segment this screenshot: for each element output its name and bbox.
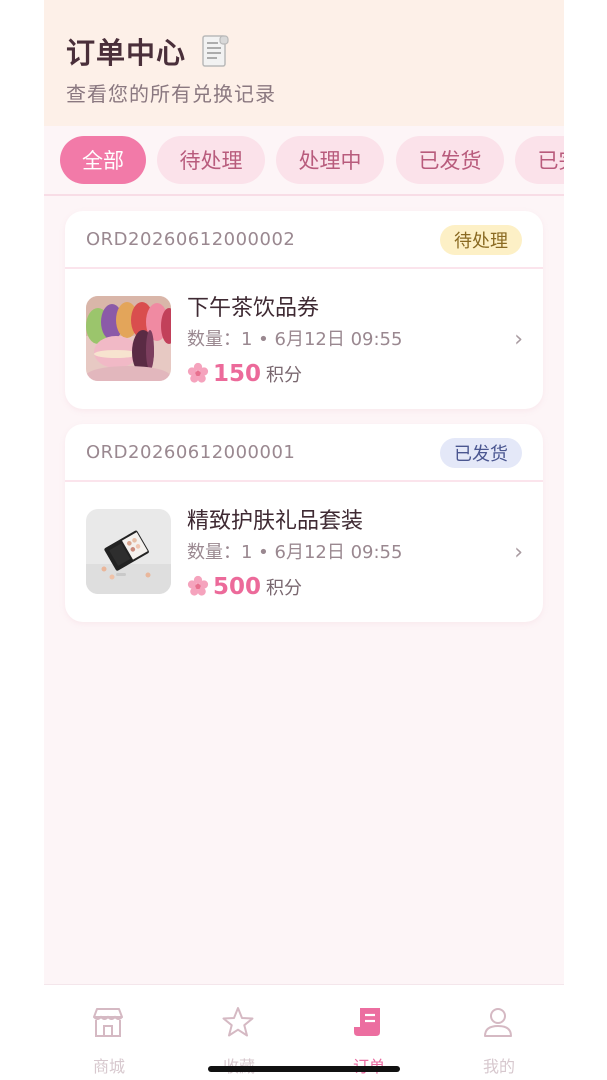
user-icon [484,1008,512,1037]
order-card-header: ORD20260612000001 已发货 [65,424,543,482]
order-number: ORD20260612000002 [86,229,296,250]
nav-item-profile[interactable]: 我的 [434,985,564,1080]
sakura-icon [187,575,209,596]
nav-label: 商城 [92,1057,125,1076]
store-icon [93,1008,123,1037]
status-tabs: 全部 待处理 处理中 已发货 已完成 [44,126,564,196]
page-header: 订单中心 查看您的所有兑换记录 [44,0,564,126]
tab-completed[interactable]: 已完成 [515,136,564,184]
nav-label: 我的 [482,1057,515,1076]
chevron-right-icon[interactable]: › [514,327,523,352]
order-card-body: 下午茶饮品券 数量：1 • 6月12日 09:55 150 积分 › [65,269,543,409]
nav-label: 收藏 [174,1053,304,1077]
page-title: 订单中心 [66,30,230,72]
star-icon [222,1007,254,1037]
receipt-emoji-icon [202,35,229,67]
points-unit: 积分 [266,365,303,386]
status-badge: 待处理 [440,225,522,255]
points-price: 150 积分 [187,359,302,387]
receipt-icon [354,1008,380,1036]
points-value: 500 [213,574,262,600]
nav-label: 订单 [304,1053,434,1077]
points-value: 150 [213,361,262,387]
sakura-icon [187,362,209,383]
chevron-right-icon[interactable]: › [514,540,523,565]
tab-all[interactable]: 全部 [60,136,146,184]
points-price: 500 积分 [187,572,302,600]
order-card[interactable]: ORD20260612000001 已发货 精致护肤礼品套装 数量：1 • 6月… [65,424,543,622]
points-unit: 积分 [266,578,303,599]
order-card[interactable]: ORD20260612000002 待处理 下午茶饮品券 数量：1 • 6月12… [65,211,543,409]
status-badge: 已发货 [440,438,522,468]
nav-item-store[interactable]: 商城 [44,985,174,1080]
tab-shipped[interactable]: 已发货 [396,136,504,184]
tab-processing[interactable]: 处理中 [276,136,384,184]
skincare-gift-set-image [86,509,171,594]
page-title-text: 订单中心 [66,36,187,70]
item-meta: 数量：1 • 6月12日 09:55 [187,542,403,563]
order-card-body: 精致护肤礼品套装 数量：1 • 6月12日 09:55 500 积分 › [65,482,543,622]
order-card-header: ORD20260612000002 待处理 [65,211,543,269]
app-screen: 订单中心 查看您的所有兑换记录 全部 待处理 处理中 已发货 已完成 ORD20… [44,0,564,1080]
home-indicator [208,1066,400,1072]
tab-pending[interactable]: 待处理 [157,136,265,184]
item-name: 下午茶饮品券 [187,296,320,321]
item-meta: 数量：1 • 6月12日 09:55 [187,329,403,350]
order-number: ORD20260612000001 [86,442,296,463]
page-subtitle: 查看您的所有兑换记录 [66,82,276,106]
item-name: 精致护肤礼品套装 [187,509,364,534]
macaron-product-image [86,296,171,381]
